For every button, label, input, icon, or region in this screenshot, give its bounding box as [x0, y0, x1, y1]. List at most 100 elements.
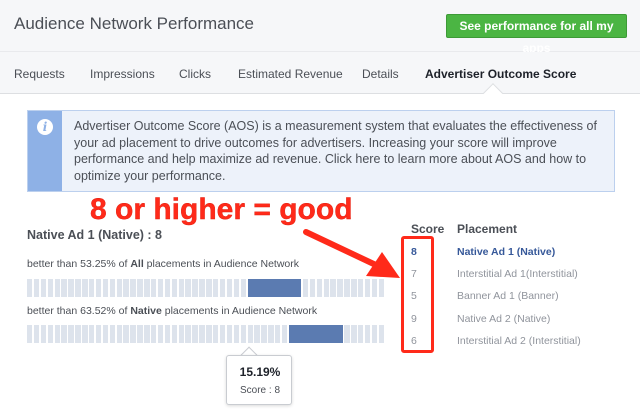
score-column-header: Score: [411, 222, 445, 236]
bar-segment: [275, 325, 281, 343]
bar-segment: [164, 279, 171, 297]
comparison-native-label: better than 63.52% of Native placements …: [27, 305, 317, 317]
bar-segment: [89, 325, 95, 343]
bar-segment: [192, 325, 198, 343]
placement-native-ad-2[interactable]: Native Ad 2 (Native): [457, 313, 550, 325]
bar-segment: [213, 325, 219, 343]
bar-segment: [185, 325, 191, 343]
bar-segment: [54, 279, 60, 297]
bar-segment: [240, 279, 246, 297]
bar-segment: [157, 279, 164, 297]
placement-interstitial-ad-2[interactable]: Interstitial Ad 2 (Interstitial): [457, 335, 581, 347]
bar-segment: [123, 279, 129, 297]
bar-segment: [254, 325, 260, 343]
native-placements-bar: [27, 325, 385, 343]
bar-segment: [164, 325, 171, 343]
bar-segment: [378, 325, 385, 343]
bar-segment: [247, 325, 253, 343]
comparison-suffix: placements in Audience Network: [161, 305, 318, 317]
bar-segment: [82, 279, 88, 297]
bar-segment: [330, 279, 336, 297]
bar-segment: [213, 279, 219, 297]
bar-segment: [61, 279, 67, 297]
bar-segment: [130, 325, 136, 343]
bar-segment: [178, 325, 184, 343]
tab-clicks[interactable]: Clicks: [179, 67, 211, 81]
bar-segment: [206, 279, 212, 297]
bar-segment: [219, 325, 226, 343]
bar-segment: [68, 279, 74, 297]
bar-segment: [302, 279, 309, 297]
bar-segment: [151, 279, 157, 297]
bar-segment: [68, 325, 74, 343]
bar-segment: [371, 279, 378, 297]
bar-segment: [178, 279, 184, 297]
score-cell: 9: [411, 313, 417, 325]
bar-segment: [33, 279, 40, 297]
bar-segment: [123, 325, 129, 343]
comparison-category: Native: [130, 305, 162, 317]
bar-segment: [240, 325, 246, 343]
bar-segment: [171, 325, 178, 343]
bar-segment: [233, 279, 240, 297]
bar-segment: [364, 279, 371, 297]
tab-advertiser-outcome-score[interactable]: Advertiser Outcome Score: [425, 67, 576, 81]
info-icon: i: [37, 119, 53, 135]
bar-segment: [61, 325, 67, 343]
bar-segment: [47, 325, 54, 343]
placement-banner-ad-1[interactable]: Banner Ad 1 (Banner): [457, 290, 559, 302]
bar-segment: [151, 325, 157, 343]
bar-segment: [358, 325, 364, 343]
bar-segment: [54, 325, 60, 343]
bar-segment: [137, 325, 143, 343]
page-title: Audience Network Performance: [14, 14, 255, 33]
bar-highlight-segment: [247, 279, 302, 297]
bar-segment: [268, 325, 274, 343]
bar-segment: [337, 279, 343, 297]
tooltip-percent: 15.19%: [239, 365, 281, 379]
placement-interstitial-ad-1[interactable]: Interstitial Ad 1(Interstitial): [457, 268, 578, 280]
bar-segment: [109, 279, 116, 297]
tab-impressions[interactable]: Impressions: [90, 67, 155, 81]
score-cell: 5: [411, 290, 417, 302]
score-tooltip: 15.19% Score : 8: [226, 355, 292, 405]
bar-segment: [358, 279, 364, 297]
bar-segment: [233, 325, 240, 343]
bar-segment: [75, 325, 81, 343]
bar-segment: [316, 279, 323, 297]
bar-segment: [102, 325, 109, 343]
bar-highlight-segment: [288, 325, 343, 343]
bar-segment: [344, 325, 350, 343]
bar-segment: [309, 279, 316, 297]
bar-segment: [89, 279, 95, 297]
bar-segment: [351, 279, 357, 297]
bar-segment: [371, 325, 378, 343]
placement-column-header: Placement: [457, 222, 518, 236]
bar-segment: [351, 325, 357, 343]
bar-segment: [47, 279, 54, 297]
bar-segment: [226, 279, 233, 297]
bar-segment: [144, 325, 150, 343]
tab-requests[interactable]: Requests: [14, 67, 65, 81]
comparison-all-label: better than 53.25% of All placements in …: [27, 258, 299, 270]
see-all-apps-button[interactable]: See performance for all my apps: [446, 14, 627, 55]
info-stripe: i: [28, 111, 62, 191]
score-cell: 8: [411, 246, 417, 258]
placement-native-ad-1[interactable]: Native Ad 1 (Native): [457, 246, 555, 258]
bar-segment: [144, 279, 150, 297]
bar-segment: [192, 279, 198, 297]
page-header: Audience Network Performance See perform…: [0, 0, 640, 55]
score-cell: 6: [411, 335, 417, 347]
selected-ad-title: Native Ad 1 (Native) : 8: [27, 228, 162, 242]
bar-segment: [40, 279, 47, 297]
bar-segment: [199, 325, 205, 343]
score-highlight-box: [401, 236, 434, 353]
tab-estimated-revenue[interactable]: Estimated Revenue: [238, 67, 343, 81]
all-placements-bar: [27, 279, 385, 297]
bar-segment: [95, 279, 102, 297]
bar-segment: [157, 325, 164, 343]
bar-segment: [219, 279, 226, 297]
tab-details[interactable]: Details: [362, 67, 399, 81]
aos-info-text[interactable]: Advertiser Outcome Score (AOS) is a meas…: [74, 118, 610, 184]
tooltip-score: Score : 8: [239, 385, 281, 396]
